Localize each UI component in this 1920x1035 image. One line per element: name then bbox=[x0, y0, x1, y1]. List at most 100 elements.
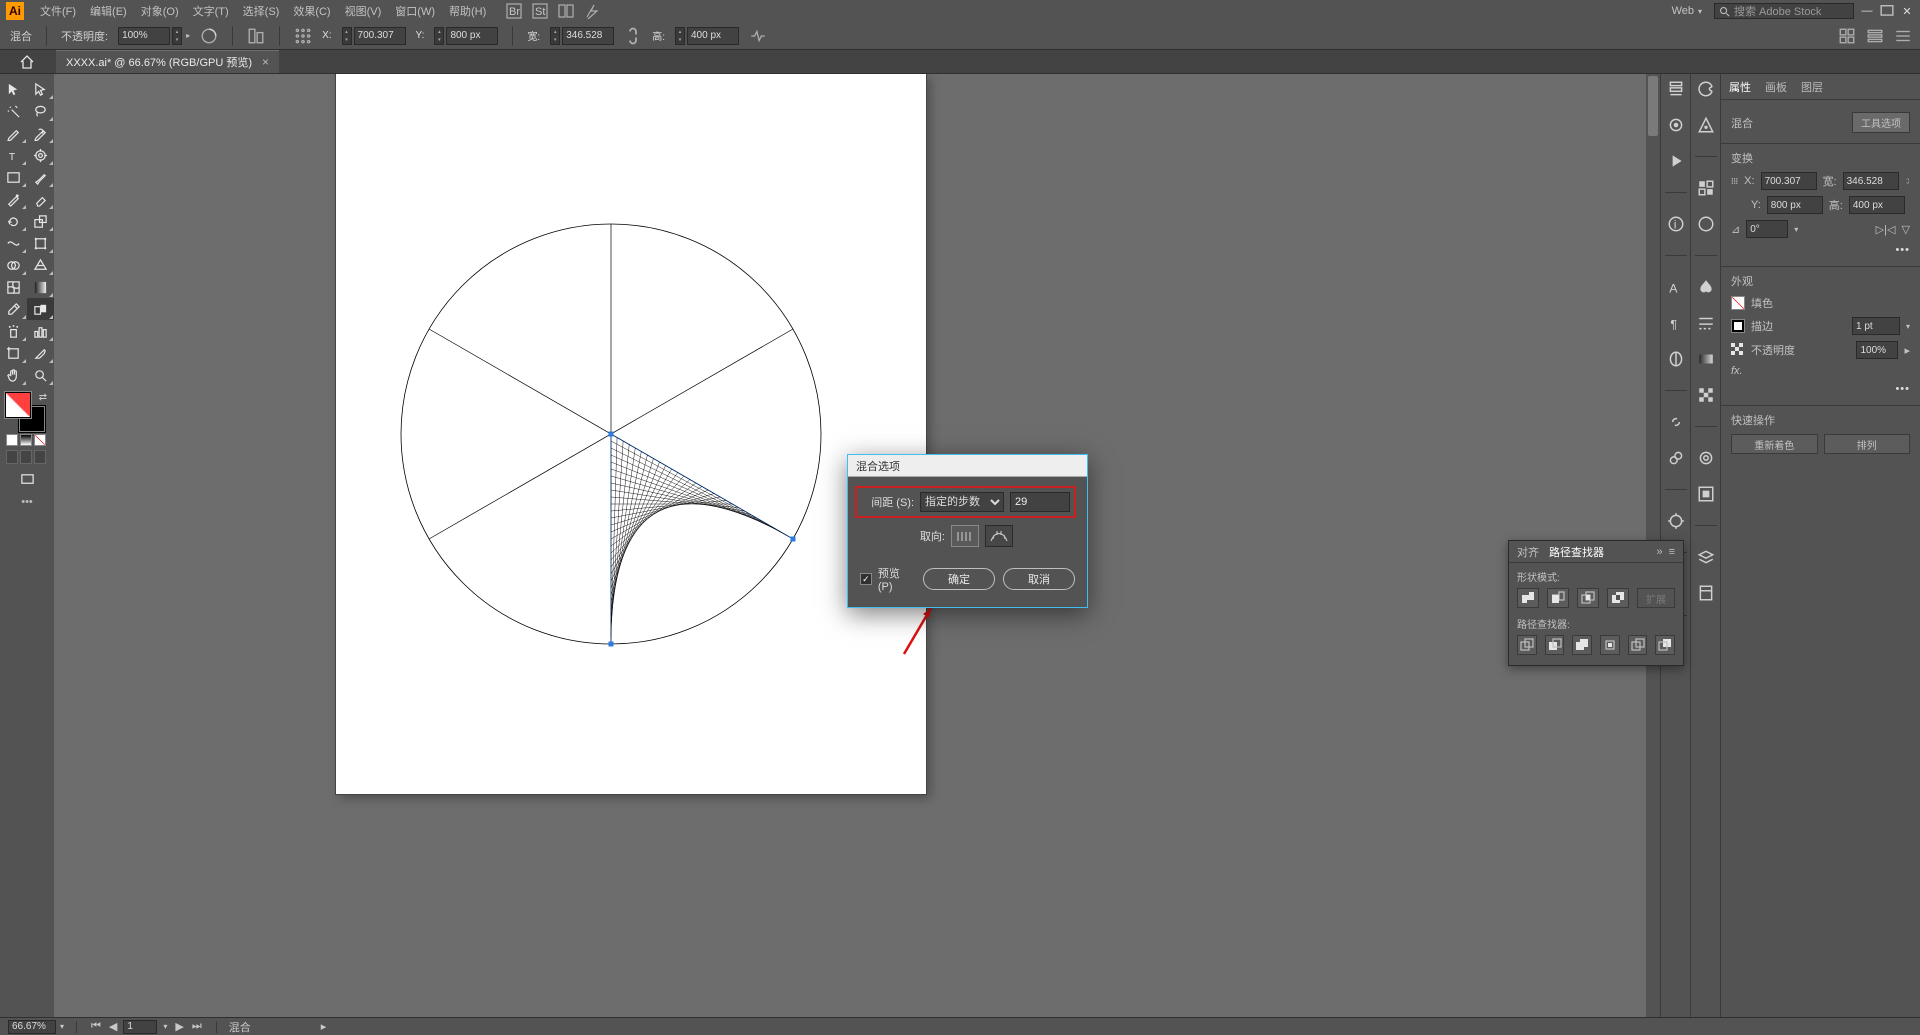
artboard-nav[interactable]: ⏮◀ ▾ ▶⏭ bbox=[89, 1020, 204, 1034]
prop-stroke-input[interactable] bbox=[1852, 317, 1900, 335]
shaper-icon[interactable] bbox=[749, 27, 767, 45]
panel-menu-icon[interactable] bbox=[1894, 27, 1912, 45]
opacity-stepper[interactable]: ▴▾ bbox=[172, 27, 182, 45]
pf-tab-align[interactable]: 对齐 bbox=[1517, 544, 1539, 560]
y-stepper[interactable]: ▴▾ bbox=[434, 27, 444, 45]
direct-selection-tool[interactable] bbox=[27, 78, 54, 100]
shape-builder-tool[interactable] bbox=[0, 254, 27, 276]
zoom-tool[interactable] bbox=[27, 364, 54, 386]
slice-tool[interactable] bbox=[27, 342, 54, 364]
swap-fill-stroke-icon[interactable]: ⇄ bbox=[39, 392, 47, 403]
tab-artboards[interactable]: 画板 bbox=[1765, 79, 1787, 95]
w-stepper[interactable]: ▴▾ bbox=[550, 27, 560, 45]
prop-y-input[interactable] bbox=[1767, 196, 1823, 214]
maximize-button[interactable] bbox=[1880, 4, 1894, 18]
x-input[interactable] bbox=[354, 27, 406, 45]
draw-inside[interactable] bbox=[34, 450, 46, 464]
asset-panel-icon[interactable] bbox=[1697, 584, 1715, 602]
menu-edit[interactable]: 编辑(E) bbox=[84, 1, 133, 21]
arrange-docs-icon[interactable] bbox=[558, 3, 574, 19]
recolor-art-icon[interactable] bbox=[200, 27, 218, 45]
type-tool[interactable]: T bbox=[0, 144, 27, 166]
gradient-panel-icon[interactable] bbox=[1697, 350, 1715, 368]
brushes-panel-icon[interactable] bbox=[1667, 512, 1685, 530]
recolor-button[interactable]: 重新着色 bbox=[1731, 434, 1818, 454]
glyph-panel-icon[interactable] bbox=[1667, 350, 1685, 368]
workspace-switcher[interactable]: Web▾ bbox=[1666, 3, 1708, 19]
menu-object[interactable]: 对象(O) bbox=[135, 1, 185, 21]
screen-mode-button[interactable] bbox=[0, 468, 54, 490]
zoom-input[interactable] bbox=[8, 1020, 56, 1034]
rotate-tool[interactable] bbox=[0, 210, 27, 232]
preview-checkbox[interactable]: ✓ bbox=[860, 573, 872, 585]
essentials-grid-icon[interactable] bbox=[1838, 27, 1856, 45]
align-to-icon[interactable] bbox=[247, 27, 265, 45]
rectangle-tool[interactable] bbox=[0, 166, 27, 188]
h-stepper[interactable]: ▴▾ bbox=[675, 27, 685, 45]
gradient-tool[interactable] bbox=[27, 276, 54, 298]
cancel-button[interactable]: 取消 bbox=[1003, 568, 1075, 590]
tab-properties[interactable]: 属性 bbox=[1729, 79, 1751, 95]
transform-more-button[interactable]: ••• bbox=[1895, 244, 1910, 256]
menu-view[interactable]: 视图(V) bbox=[339, 1, 388, 21]
lasso-tool[interactable] bbox=[27, 100, 54, 122]
width-tool[interactable] bbox=[0, 232, 27, 254]
pf-trim[interactable] bbox=[1545, 635, 1565, 655]
color-mode-gradient[interactable] bbox=[20, 434, 32, 446]
line-tool[interactable] bbox=[27, 144, 54, 166]
spacing-value-input[interactable] bbox=[1010, 492, 1070, 512]
actions-panel-icon[interactable] bbox=[1667, 152, 1685, 170]
perspective-tool[interactable] bbox=[27, 254, 54, 276]
pf-crop[interactable] bbox=[1600, 635, 1620, 655]
libraries-panel-icon[interactable] bbox=[1667, 116, 1685, 134]
pf-minus-front[interactable] bbox=[1547, 588, 1569, 608]
orient-page-button[interactable] bbox=[951, 525, 979, 547]
tab-layers[interactable]: 图层 bbox=[1801, 79, 1823, 95]
scale-tool[interactable] bbox=[27, 210, 54, 232]
orient-path-button[interactable] bbox=[985, 525, 1013, 547]
stock-search-input[interactable]: 搜索 Adobe Stock bbox=[1714, 3, 1854, 19]
pf-tab-pathfinder[interactable]: 路径查找器 bbox=[1549, 544, 1604, 560]
color-mode-none[interactable] bbox=[34, 434, 46, 446]
prop-fill-swatch[interactable] bbox=[1731, 296, 1745, 310]
info-panel-icon[interactable]: i bbox=[1667, 215, 1685, 233]
menu-select[interactable]: 选择(S) bbox=[237, 1, 286, 21]
pf-outline[interactable] bbox=[1628, 635, 1648, 655]
x-stepper[interactable]: ▴▾ bbox=[342, 27, 352, 45]
bridge-icon[interactable]: Br bbox=[506, 3, 522, 19]
guide-panel-icon[interactable] bbox=[1697, 116, 1715, 134]
y-input[interactable] bbox=[446, 27, 498, 45]
opacity-input[interactable] bbox=[118, 27, 170, 45]
edit-toolbar-button[interactable]: ••• bbox=[0, 496, 54, 508]
prop-stroke-swatch[interactable] bbox=[1731, 319, 1745, 333]
prop-opacity-input[interactable] bbox=[1856, 341, 1898, 359]
h-input[interactable] bbox=[687, 27, 739, 45]
hand-tool[interactable] bbox=[0, 364, 27, 386]
tool-options-button[interactable]: 工具选项 bbox=[1852, 112, 1910, 133]
mesh-tool[interactable] bbox=[0, 276, 27, 298]
pf-minus-back[interactable] bbox=[1655, 635, 1675, 655]
spacing-select[interactable]: 指定的步数 bbox=[920, 492, 1004, 512]
swatches-panel-icon[interactable] bbox=[1697, 179, 1715, 197]
pf-collapse-icon[interactable]: » bbox=[1656, 546, 1662, 558]
suit-spade-icon[interactable] bbox=[1697, 278, 1715, 296]
magic-wand-tool[interactable] bbox=[0, 100, 27, 122]
artboard-index-input[interactable] bbox=[123, 1020, 157, 1034]
links-panel-icon[interactable] bbox=[1667, 413, 1685, 431]
tab-close-button[interactable]: × bbox=[262, 55, 269, 69]
fill-swatch[interactable] bbox=[5, 392, 31, 418]
gpu-icon[interactable] bbox=[584, 3, 600, 19]
para-panel-icon[interactable]: ¶ bbox=[1667, 314, 1685, 332]
shaper-tool[interactable] bbox=[0, 188, 27, 210]
properties-panel-icon[interactable] bbox=[1667, 80, 1685, 98]
draw-behind[interactable] bbox=[20, 450, 32, 464]
canvas[interactable]: 混合选项 间距 (S): 指定的步数 取向: ✓ bbox=[54, 74, 1660, 1017]
color-panel-icon[interactable] bbox=[1697, 80, 1715, 98]
color-mode-solid[interactable] bbox=[6, 434, 18, 446]
ok-button[interactable]: 确定 bbox=[923, 568, 995, 590]
fill-stroke-swatch[interactable]: ⇄ bbox=[5, 392, 49, 432]
document-tab[interactable]: XXXX.ai* @ 66.67% (RGB/GPU 预览) × bbox=[56, 50, 279, 73]
appearance-more-button[interactable]: ••• bbox=[1895, 383, 1910, 395]
pf-merge[interactable] bbox=[1572, 635, 1592, 655]
curvature-tool[interactable] bbox=[27, 122, 54, 144]
